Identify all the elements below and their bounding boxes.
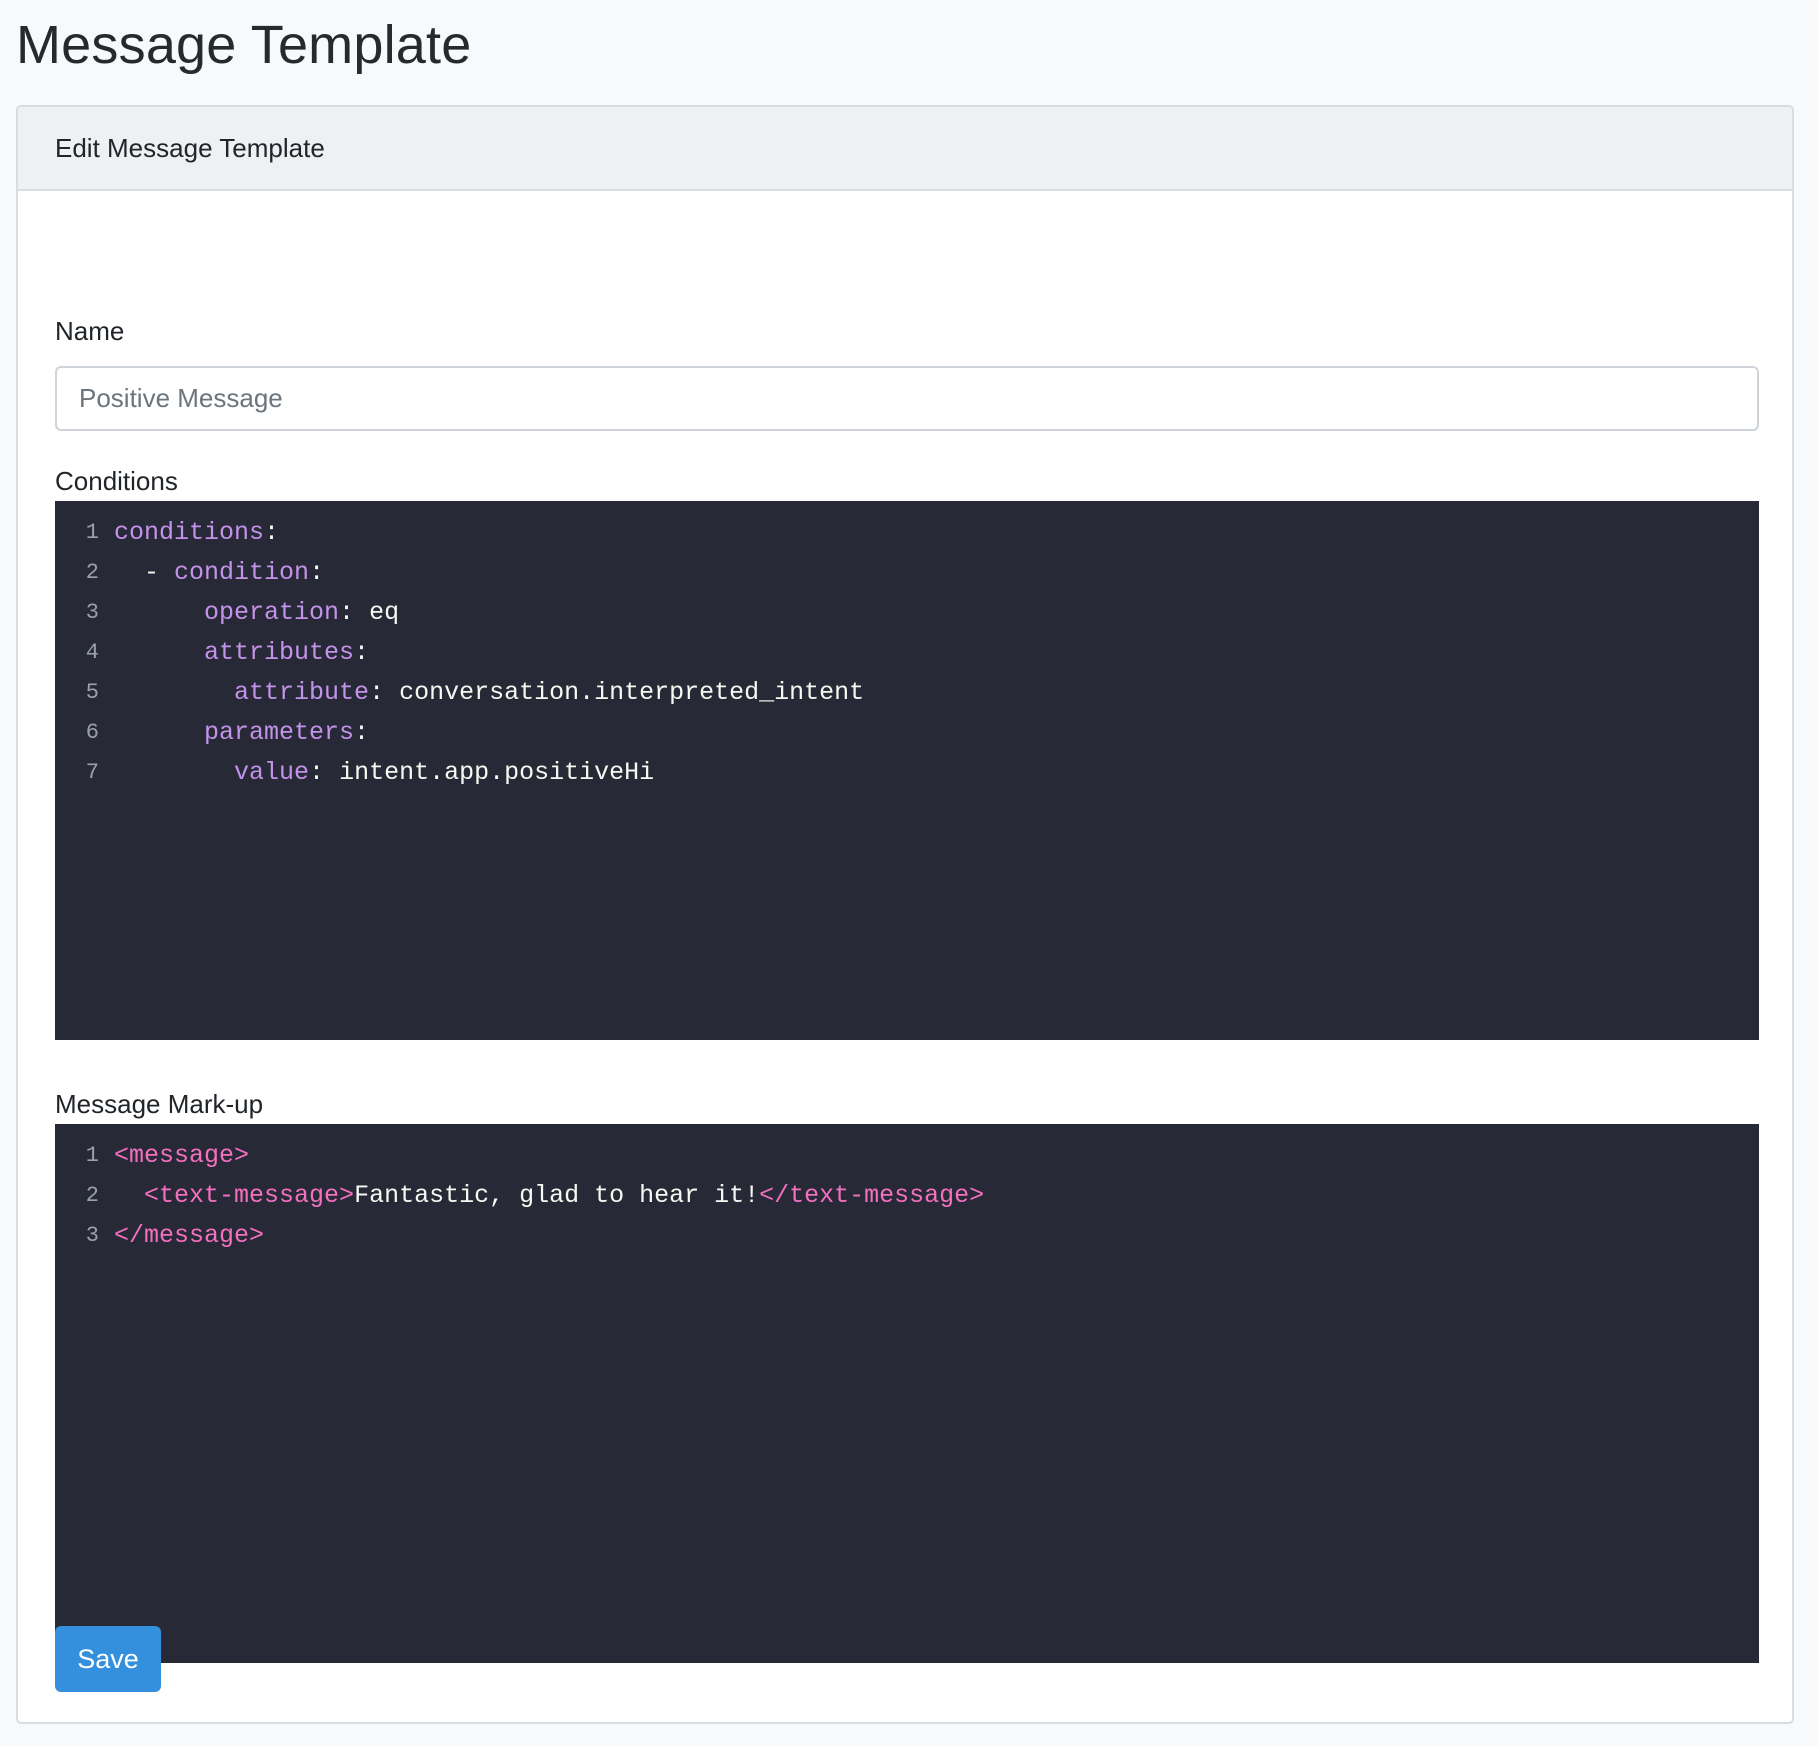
- conditions-label: Conditions: [55, 466, 178, 496]
- code-line: 3 operation: eq: [55, 593, 1759, 633]
- code-line: 1 <message>: [55, 1136, 1759, 1176]
- code-line: 4 attributes:: [55, 633, 1759, 673]
- code-content: attribute: conversation.interpreted_inte…: [114, 673, 864, 713]
- yaml-colon: :: [354, 718, 370, 747]
- markup-label: Message Mark-up: [55, 1089, 264, 1119]
- markup-code-editor[interactable]: 1 <message> 2 <text-message>Fantastic, gla…: [55, 1124, 1759, 1663]
- yaml-colon: :: [264, 518, 280, 547]
- yaml-colon: :: [369, 678, 385, 707]
- code-content: <message>: [114, 1136, 249, 1176]
- yaml-key: attributes: [204, 638, 355, 667]
- code-content: <text-message>Fantastic, glad to hear it…: [114, 1176, 984, 1216]
- xml-open-tag: <message>: [114, 1141, 250, 1170]
- line-number: 7: [85, 760, 99, 785]
- xml-text: Fantastic, glad to hear it!: [354, 1181, 760, 1210]
- yaml-key: value: [234, 758, 310, 787]
- line-number: 3: [85, 1223, 99, 1248]
- name-input[interactable]: [55, 366, 1759, 431]
- yaml-key: operation: [204, 598, 340, 627]
- yaml-key: conditions: [114, 518, 265, 547]
- code-line: 6 parameters:: [55, 713, 1759, 753]
- card-header-title: Edit Message Template: [55, 132, 325, 163]
- edit-template-card: Edit Message Template Name Conditions 1c…: [16, 105, 1794, 1724]
- code-line: 5 attribute: conversation.interpreted_in…: [55, 673, 1759, 713]
- save-button[interactable]: Save: [55, 1626, 161, 1692]
- code-content: </message>: [114, 1216, 264, 1256]
- xml-close-tag: </text-message>: [759, 1181, 985, 1210]
- yaml-value: conversation.interpreted_intent: [384, 678, 865, 707]
- code-line: 1 conditions:: [55, 513, 1759, 553]
- xml-open-tag: <text-message>: [144, 1181, 355, 1210]
- xml-open-tag: </message>: [114, 1221, 265, 1250]
- code-line: 2 <text-message>Fantastic, glad to hear …: [55, 1176, 1759, 1216]
- code-content: value: intent.app.positiveHi: [114, 753, 654, 793]
- line-number: 1: [85, 520, 99, 545]
- conditions-code-editor[interactable]: 1 conditions: 2 - condition: 3 operation: e…: [55, 501, 1759, 1040]
- line-number: 5: [85, 680, 99, 705]
- line-number: 1: [85, 1143, 99, 1168]
- yaml-colon: :: [309, 758, 325, 787]
- yaml-colon: :: [354, 638, 370, 667]
- yaml-list-dash: -: [144, 558, 175, 587]
- yaml-colon: :: [309, 558, 325, 587]
- yaml-colon: :: [339, 598, 355, 627]
- line-number: 2: [85, 560, 99, 585]
- line-number: 3: [85, 600, 99, 625]
- page-title: Message Template: [16, 15, 472, 75]
- code-line: 3 </message>: [55, 1216, 1759, 1256]
- code-line: 7 value: intent.app.positiveHi: [55, 753, 1759, 793]
- code-content: operation: eq: [114, 593, 399, 633]
- code-content: conditions:: [114, 513, 279, 553]
- card-header: Edit Message Template: [18, 107, 1792, 191]
- code-content: parameters:: [114, 713, 369, 753]
- line-number: 2: [85, 1183, 99, 1208]
- code-content: - condition:: [114, 553, 324, 593]
- yaml-key: condition: [174, 558, 310, 587]
- yaml-value: eq: [354, 598, 400, 627]
- line-number: 6: [85, 720, 99, 745]
- line-number: 4: [85, 640, 99, 665]
- code-line: 2 - condition:: [55, 553, 1759, 593]
- yaml-key: parameters: [204, 718, 355, 747]
- yaml-value: intent.app.positiveHi: [324, 758, 655, 787]
- code-content: attributes:: [114, 633, 369, 673]
- yaml-key: attribute: [234, 678, 370, 707]
- name-label: Name: [55, 316, 125, 346]
